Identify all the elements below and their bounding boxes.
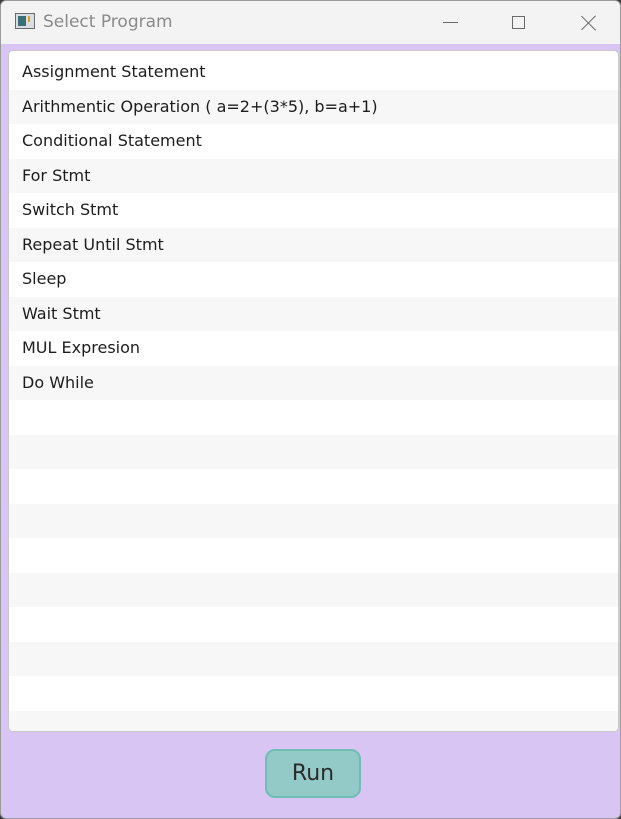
app-icon [15,13,35,29]
list-item-switch-stmt[interactable]: Switch Stmt [9,193,618,228]
program-list-rows: Assignment Statement Arithmentic Operati… [9,55,618,731]
list-item-conditional-statement[interactable]: Conditional Statement [9,124,618,159]
empty-list-row [9,676,618,711]
minimize-button[interactable] [427,1,473,44]
list-item-mul-expresion[interactable]: MUL Expresion [9,331,618,366]
close-icon [581,15,597,31]
minimize-icon [442,22,458,23]
empty-list-row [9,538,618,573]
empty-list-row [9,434,618,469]
maximize-button[interactable] [495,1,541,44]
maximize-icon [511,16,525,29]
list-item-arithmentic-operation[interactable]: Arithmentic Operation ( a=2+(3*5), b=a+1… [9,89,618,124]
empty-list-row [9,469,618,504]
empty-list-row [9,503,618,538]
list-item-for-stmt[interactable]: For Stmt [9,158,618,193]
program-list[interactable]: Assignment Statement Arithmentic Operati… [8,50,619,732]
list-item-sleep[interactable]: Sleep [9,262,618,297]
empty-list-row [9,607,618,642]
list-item-repeat-until-stmt[interactable]: Repeat Until Stmt [9,227,618,262]
empty-list-row [9,400,618,435]
empty-list-row [9,572,618,607]
list-item-wait-stmt[interactable]: Wait Stmt [9,296,618,331]
list-item-do-while[interactable]: Do While [9,365,618,400]
title-bar[interactable]: Select Program [1,1,620,44]
empty-list-row [9,710,618,731]
run-button[interactable]: Run [265,749,361,798]
empty-list-row [9,641,618,676]
select-program-window: Select Program Assignment Statement Arit… [0,0,621,819]
window-title: Select Program [43,12,173,32]
list-item-assignment-statement[interactable]: Assignment Statement [9,55,618,90]
close-button[interactable] [566,1,612,44]
